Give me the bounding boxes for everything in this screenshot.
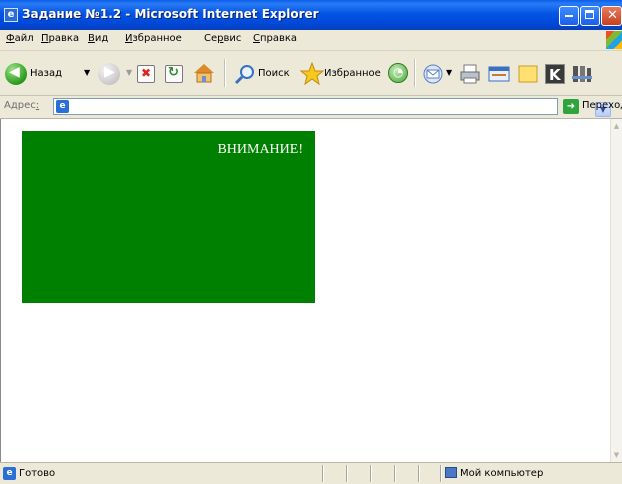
my-computer-icon [445, 467, 457, 478]
address-bar: Адрес: e ▼ ➜ Переход [0, 96, 622, 119]
back-button[interactable]: ◀ [5, 63, 27, 85]
note-icon [518, 65, 538, 83]
menu-file[interactable]: Файл [6, 33, 34, 44]
refresh-icon: ↻ [168, 65, 179, 80]
scroll-down-arrow-icon[interactable]: ▼ [611, 448, 622, 462]
favorites-button[interactable] [299, 61, 325, 86]
address-label: Адрес: [4, 100, 40, 111]
k-app-button[interactable]: K [545, 64, 565, 84]
toolbar-separator [224, 59, 226, 87]
favorites-star-icon [299, 61, 325, 86]
menu-view[interactable]: Вид [88, 33, 108, 44]
status-divider [440, 465, 442, 482]
forward-button[interactable]: ▶ [98, 63, 120, 85]
stop-icon: ✖ [141, 66, 152, 80]
status-divider [370, 465, 372, 482]
go-button[interactable]: ➜ [563, 99, 579, 114]
mail-button[interactable] [422, 63, 444, 85]
title-bar[interactable]: e Задание №1.2 - Microsoft Internet Expl… [0, 0, 622, 30]
status-divider [394, 465, 396, 482]
minimize-button[interactable] [559, 6, 579, 26]
security-zone: Мой компьютер [460, 468, 544, 479]
menu-edit[interactable]: Правка [41, 33, 79, 44]
status-divider [346, 465, 348, 482]
edit-page-icon [488, 66, 510, 82]
page-ie-icon: e [56, 100, 69, 113]
search-label: Поиск [258, 68, 290, 79]
back-dropdown-icon[interactable]: ▼ [84, 68, 90, 77]
favorites-label: Избранное [324, 68, 381, 79]
notice-box: ВНИМАНИЕ! [22, 131, 315, 303]
toolbar-separator [414, 59, 416, 87]
menu-bar: Файл Правка Вид Избранное Сервис Справка [0, 30, 622, 51]
status-divider [418, 465, 420, 482]
discuss-button[interactable] [518, 65, 538, 83]
page-content: ВНИМАНИЕ! [0, 119, 610, 462]
menu-favorites[interactable]: Избранное [125, 33, 182, 44]
search-icon [234, 65, 254, 85]
menu-tools[interactable]: Сервис [204, 33, 241, 44]
edit-button[interactable] [488, 65, 510, 83]
forward-arrow-icon: ▶ [104, 64, 115, 80]
notice-text: ВНИМАНИЕ! [217, 142, 303, 157]
refresh-button[interactable]: ↻ [165, 65, 183, 83]
mail-dropdown-icon[interactable]: ▼ [446, 68, 452, 77]
scroll-up-arrow-icon[interactable]: ▲ [611, 119, 622, 133]
vertical-scrollbar[interactable]: ▲ ▼ [610, 119, 622, 462]
messenger-button[interactable] [571, 63, 593, 85]
forward-dropdown-icon[interactable]: ▼ [126, 68, 132, 77]
home-icon [194, 64, 214, 83]
status-divider [322, 465, 324, 482]
standard-toolbar: ◀ Назад ▼ ▶ ▼ ✖ ↻ Поиск Избранное ◔ ▼ K [0, 51, 622, 96]
status-bar: e Готово Мой компьютер [0, 462, 622, 484]
menu-help[interactable]: Справка [253, 33, 297, 44]
status-text: Готово [19, 468, 56, 479]
svg-text:K: K [549, 66, 562, 84]
home-button[interactable] [193, 62, 215, 84]
go-arrow-icon: ➜ [566, 101, 576, 112]
messenger-icon [572, 66, 592, 82]
back-arrow-icon: ◀ [9, 64, 20, 80]
search-button[interactable] [234, 63, 256, 85]
windows-logo [606, 31, 622, 49]
printer-icon [460, 64, 480, 84]
stop-button[interactable]: ✖ [137, 65, 155, 83]
address-input[interactable]: e ▼ [53, 98, 611, 117]
status-ie-icon: e [3, 467, 16, 480]
close-icon: ✕ [607, 8, 618, 23]
mail-icon [423, 64, 443, 84]
k-icon: K [545, 64, 565, 84]
ie-window-icon[interactable]: e [4, 8, 18, 22]
history-button[interactable]: ◔ [388, 63, 408, 83]
window-title: Задание №1.2 - Microsoft Internet Explor… [22, 7, 319, 21]
maximize-button[interactable] [580, 6, 600, 26]
back-label: Назад [30, 68, 63, 79]
history-icon: ◔ [393, 65, 404, 79]
go-label[interactable]: Переход [582, 100, 622, 111]
print-button[interactable] [459, 63, 481, 85]
close-button[interactable]: ✕ [601, 6, 622, 26]
